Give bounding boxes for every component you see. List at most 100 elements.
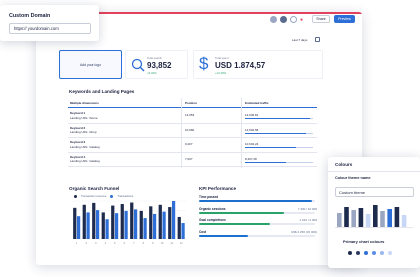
bar-transactions[interactable]	[95, 210, 100, 239]
kpi-label: Total search	[147, 56, 163, 60]
colour-swatch[interactable]	[348, 251, 352, 255]
x-tick-label: 7	[133, 242, 135, 245]
bar-revenue[interactable]	[82, 204, 86, 239]
notification-icon[interactable]: ●	[300, 17, 303, 23]
kpi-change: +5.34%	[147, 71, 157, 75]
colour-swatch[interactable]	[356, 251, 360, 255]
traffic-bar-track	[245, 118, 313, 119]
funnel-title: Organic Search Funnel	[69, 186, 120, 191]
date-range-label[interactable]: Last 7 days	[292, 38, 307, 42]
header-divider	[68, 107, 317, 108]
bar-revenue[interactable]	[120, 204, 124, 239]
keyword-cell: Keyword 2	[70, 125, 86, 130]
bar-transactions[interactable]	[171, 201, 176, 239]
bar-transactions[interactable]	[86, 212, 90, 239]
kpi-row-value: US$ 4 256 (15 000)	[290, 229, 317, 234]
preview-button[interactable]: Preview	[334, 15, 355, 23]
traffic-bar-fill	[245, 147, 296, 148]
keyword-cell: Keyword 3	[70, 140, 86, 144]
traffic-cell: 8,467,28	[245, 156, 257, 161]
bar-transactions[interactable]	[143, 218, 147, 239]
kpi-progress-track	[199, 211, 315, 214]
column-header[interactable]: Position	[185, 101, 197, 105]
kpi-card-spent: $ Total spent USD 1.874,57 +12.26%	[193, 50, 323, 79]
x-tick-label: 1	[76, 242, 78, 245]
bar-revenue[interactable]	[149, 206, 153, 239]
kpi-value: USD 1.874,57	[215, 61, 266, 70]
bar-transactions[interactable]	[181, 223, 185, 239]
theme-preview-chart	[335, 205, 413, 228]
x-tick-label: 10	[161, 242, 164, 245]
share-button[interactable]: Share	[312, 15, 330, 23]
custom-domain-input[interactable]: https:// yourdomain.com	[9, 23, 91, 34]
funnel-legend: Transaction revenue Transactions	[74, 194, 133, 198]
colour-swatch[interactable]	[388, 251, 392, 255]
traffic-bar-fill	[245, 132, 307, 134]
x-tick-label: 5	[114, 242, 116, 245]
landing-url-cell: Landing URL: /shop	[70, 130, 97, 134]
bar-revenue[interactable]	[111, 205, 115, 239]
traffic-bar-track	[245, 132, 313, 134]
preview-bar	[344, 207, 349, 227]
preview-bar	[373, 205, 378, 227]
bar-transactions[interactable]	[76, 216, 81, 239]
bar-revenue[interactable]	[73, 207, 77, 239]
primary-colours-label: Primary chart colours	[343, 239, 385, 244]
kpi-card-search: Total search 93,852 +5.34%	[125, 50, 188, 79]
x-tick-label: 4	[105, 242, 107, 245]
kpi-row-label: Goal completions	[199, 218, 226, 222]
kpi-row-value: 7 330 / 10 000	[297, 206, 317, 211]
column-header[interactable]: Estimated traffic	[245, 101, 269, 105]
funnel-chart: 1 2 3 4 5 6 7 8 9 10 11 12	[72, 200, 186, 245]
traffic-cell: 10,604,24	[245, 142, 259, 146]
column-header[interactable]: Multiple dimensions	[70, 101, 99, 105]
bar-transactions[interactable]	[105, 219, 109, 239]
dollar-icon: $	[199, 54, 209, 73]
legend-swatch	[110, 194, 114, 198]
header-avatars: ●	[270, 16, 303, 23]
bar-transactions[interactable]	[133, 209, 138, 239]
calendar-icon[interactable]	[315, 37, 320, 42]
kpi-progress-fill	[199, 211, 284, 214]
user-add-icon[interactable]	[290, 16, 297, 23]
x-tick-label: 11	[171, 242, 174, 245]
bar-revenue[interactable]	[168, 207, 172, 239]
column-divider	[241, 98, 242, 168]
kpi-row-label: Time passed	[199, 195, 219, 199]
x-tick-label: 8	[143, 242, 145, 245]
row-divider	[68, 151, 317, 152]
avatar[interactable]	[280, 16, 287, 23]
bar-transactions[interactable]	[114, 213, 119, 239]
x-tick-label: 3	[95, 242, 97, 245]
traffic-cell: 12,602,58	[245, 127, 259, 132]
legend-label: Transactions	[117, 194, 134, 198]
colour-theme-input[interactable]: Custom theme	[335, 187, 414, 197]
keyword-cell: Keyword 4	[70, 154, 86, 159]
bar-revenue[interactable]	[130, 202, 134, 239]
bar-revenue[interactable]	[101, 212, 105, 239]
colour-swatch[interactable]	[372, 251, 376, 255]
bar-transactions[interactable]	[152, 213, 157, 239]
kpi-progress-fill	[199, 223, 270, 225]
preview-bar	[337, 213, 342, 227]
bar-transactions[interactable]	[162, 211, 166, 239]
bar-revenue[interactable]	[139, 210, 143, 239]
kpi-progress-fill	[199, 200, 312, 202]
custom-domain-title: Custom Domain	[9, 13, 51, 19]
preview-bar	[401, 215, 407, 227]
avatar[interactable]	[270, 16, 277, 23]
colour-swatch[interactable]	[380, 251, 384, 255]
row-divider	[68, 122, 317, 123]
row-divider	[68, 166, 317, 167]
add-logo-placeholder[interactable]: Add your logo	[59, 50, 122, 79]
x-tick-label: 9	[152, 242, 154, 245]
colour-swatch[interactable]	[364, 251, 368, 255]
preview-bar	[351, 210, 356, 227]
colours-divider	[328, 171, 420, 172]
bar-revenue[interactable]	[92, 202, 96, 239]
bar-revenue[interactable]	[158, 204, 162, 239]
bar-transactions[interactable]	[124, 210, 128, 239]
bar-revenue[interactable]	[177, 216, 181, 239]
preview-bar	[394, 207, 400, 227]
kpi-row-value: 1 222 / 2 000	[299, 218, 317, 222]
